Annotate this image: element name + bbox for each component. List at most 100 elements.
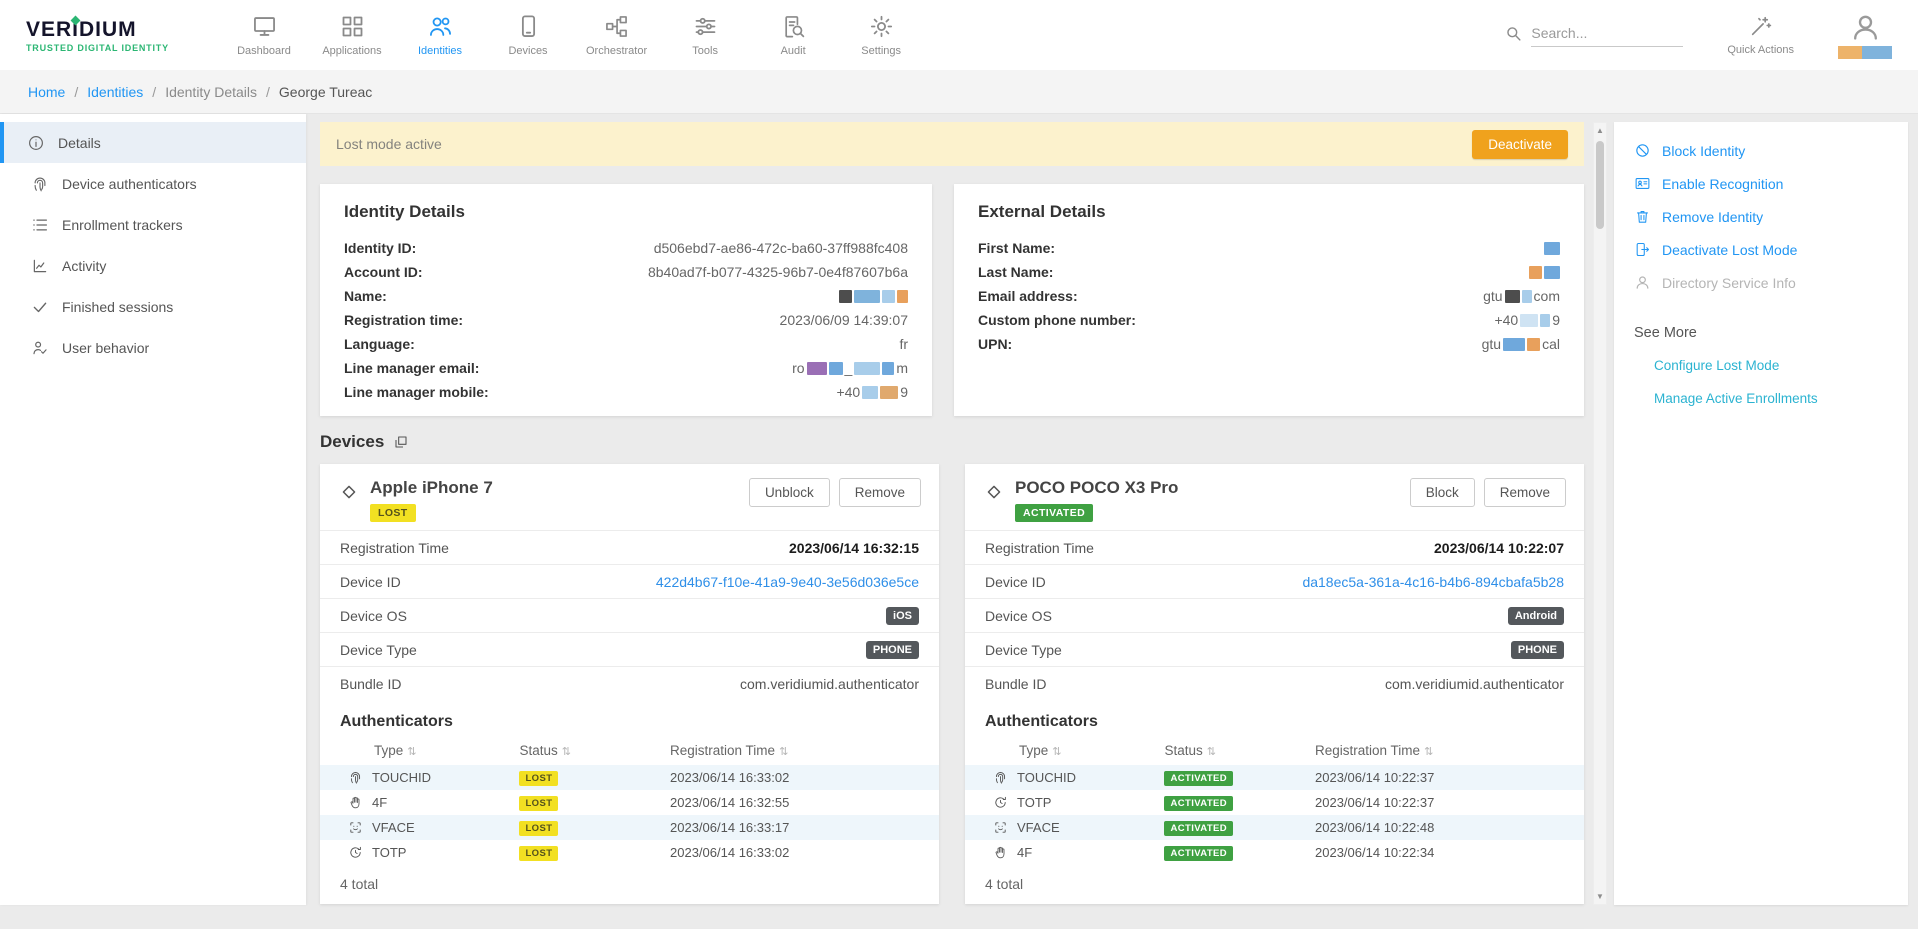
nav-item-identities[interactable]: Identities <box>408 9 472 61</box>
field-label: Custom phone number: <box>978 312 1136 328</box>
sort-icon[interactable]: ⇅ <box>407 746 416 758</box>
brand-logo[interactable]: VERIDIUM TRUSTED DIGITAL IDENTITY <box>26 18 206 53</box>
remove-device-button[interactable]: Remove <box>1484 478 1566 507</box>
redacted-block <box>882 362 894 375</box>
sidebar-item-label: Details <box>58 135 101 151</box>
enable-recognition-action[interactable]: Enable Recognition <box>1614 167 1908 200</box>
scroll-down-arrow[interactable]: ▼ <box>1596 889 1604 904</box>
redacted-block <box>862 386 878 399</box>
nav-item-tools[interactable]: Tools <box>673 9 737 61</box>
column-header-type[interactable]: Type⇅ <box>985 743 1164 758</box>
sidebar-item-finished-sessions[interactable]: Finished sessions <box>0 286 306 327</box>
deactivate-lost-mode-action[interactable]: Deactivate Lost Mode <box>1614 233 1908 266</box>
column-header-registration-time[interactable]: Registration Time⇅ <box>1315 743 1564 758</box>
field-label: Registration Time <box>985 540 1094 556</box>
configure-lost-mode-link[interactable]: Configure Lost Mode <box>1614 349 1908 382</box>
sidebar-item-details[interactable]: Details <box>0 122 306 163</box>
breadcrumb-home[interactable]: Home <box>28 84 65 100</box>
authenticators-title: Authenticators <box>320 700 939 740</box>
bundle-id-value: com.veridiumid.authenticator <box>1385 676 1564 692</box>
field-row: Name: <box>344 284 908 308</box>
sidebar-item-activity[interactable]: Activity <box>0 245 306 286</box>
block-identity-action[interactable]: Block Identity <box>1614 134 1908 167</box>
sort-icon[interactable]: ⇅ <box>1052 746 1061 758</box>
account-id-value: 8b40ad7f-b077-4325-96b7-0e4f87607b6a <box>648 264 908 280</box>
applications-icon <box>339 13 366 40</box>
device-id-link[interactable]: da18ec5a-361a-4c16-b4b6-894cbafa5b28 <box>1302 574 1564 590</box>
expand-devices-icon[interactable] <box>393 434 409 450</box>
sort-icon[interactable]: ⇅ <box>1424 746 1433 758</box>
scrollbar-thumb[interactable] <box>1596 141 1604 229</box>
devices-section-header: Devices <box>320 432 1584 452</box>
breadcrumb-identities[interactable]: Identities <box>87 84 143 100</box>
action-label: Enable Recognition <box>1662 176 1783 192</box>
authenticator-row: TOUCHID ACTIVATED 2023/06/14 10:22:37 <box>965 765 1584 790</box>
nav-label: Tools <box>692 45 718 57</box>
main-scrollbar[interactable]: ▲ ▼ <box>1593 122 1607 905</box>
auth-type: TOUCHID <box>372 770 431 785</box>
auth-registration-time: 2023/06/14 10:22:37 <box>1315 770 1564 785</box>
sort-icon[interactable]: ⇅ <box>562 746 571 758</box>
nav-item-devices[interactable]: Devices <box>496 9 560 61</box>
sort-icon[interactable]: ⇅ <box>1207 746 1216 758</box>
auth-status-badge: LOST <box>519 796 558 811</box>
field-label: Device OS <box>985 608 1052 624</box>
registration-time-value: 2023/06/09 14:39:07 <box>780 312 908 328</box>
column-header-registration-time[interactable]: Registration Time⇅ <box>670 743 919 758</box>
device-icon <box>983 481 1005 503</box>
field-label: First Name: <box>978 240 1055 256</box>
nav-item-settings[interactable]: Settings <box>849 9 913 61</box>
nav-item-dashboard[interactable]: Dashboard <box>232 9 296 61</box>
chart-icon <box>31 257 49 275</box>
column-header-status[interactable]: Status⇅ <box>519 743 670 758</box>
remove-identity-action[interactable]: Remove Identity <box>1614 200 1908 233</box>
dashboard-icon <box>251 13 278 40</box>
user-menu[interactable] <box>1838 11 1892 59</box>
directory-service-info-action: Directory Service Info <box>1614 266 1908 299</box>
external-details-title: External Details <box>978 202 1560 222</box>
remove-device-button[interactable]: Remove <box>839 478 921 507</box>
search-icon[interactable] <box>1504 24 1523 43</box>
search-input[interactable] <box>1531 23 1683 47</box>
device-field-row: Registration Time 2023/06/14 16:32:15 <box>320 530 939 564</box>
bundle-id-value: com.veridiumid.authenticator <box>740 676 919 692</box>
quick-actions-button[interactable]: Quick Actions <box>1727 14 1794 56</box>
nav-item-orchestrator[interactable]: Orchestrator <box>584 9 649 61</box>
sidebar-item-device-authenticators[interactable]: Device authenticators <box>0 163 306 204</box>
breadcrumb-separator: / <box>266 84 270 100</box>
field-label: Name: <box>344 288 387 304</box>
device-id-link[interactable]: 422d4b67-f10e-41a9-9e40-3e56d036e5ce <box>656 574 919 590</box>
user-avatar-icon <box>1849 11 1882 44</box>
auth-type: VFACE <box>372 820 415 835</box>
devices-icon <box>515 13 542 40</box>
nav-label: Audit <box>781 45 806 57</box>
nav-label: Settings <box>861 45 901 57</box>
orchestrator-icon <box>603 13 630 40</box>
field-label: Language: <box>344 336 415 352</box>
sort-icon[interactable]: ⇅ <box>779 746 788 758</box>
audit-icon <box>780 13 807 40</box>
field-row: Account ID: 8b40ad7f-b077-4325-96b7-0e4f… <box>344 260 908 284</box>
column-header-status[interactable]: Status⇅ <box>1164 743 1315 758</box>
device-name: POCO POCO X3 Pro <box>1015 478 1178 498</box>
redacted-block <box>807 362 827 375</box>
sidebar-item-enrollment-trackers[interactable]: Enrollment trackers <box>0 204 306 245</box>
nav-item-audit[interactable]: Audit <box>761 9 825 61</box>
custom-phone-redacted: +409 <box>1494 312 1560 328</box>
unblock-device-button[interactable]: Unblock <box>749 478 830 507</box>
see-more-heading: See More <box>1614 325 1908 341</box>
field-label: Device ID <box>985 574 1046 590</box>
manage-active-enrollments-link[interactable]: Manage Active Enrollments <box>1614 382 1908 415</box>
block-device-button[interactable]: Block <box>1410 478 1475 507</box>
scroll-up-arrow[interactable]: ▲ <box>1596 123 1604 138</box>
tools-icon <box>692 13 719 40</box>
device-card-poco: POCO POCO X3 Pro ACTIVATED Block Remove … <box>965 464 1584 904</box>
field-label: Registration Time <box>340 540 449 556</box>
column-header-type[interactable]: Type⇅ <box>340 743 519 758</box>
sidebar-item-user-behavior[interactable]: User behavior <box>0 327 306 368</box>
breadcrumb-identity-details: Identity Details <box>165 84 257 100</box>
nav-item-applications[interactable]: Applications <box>320 9 384 61</box>
deactivate-lost-mode-button[interactable]: Deactivate <box>1472 130 1568 159</box>
auth-status-badge: LOST <box>519 846 558 861</box>
redacted-block <box>1527 338 1540 351</box>
